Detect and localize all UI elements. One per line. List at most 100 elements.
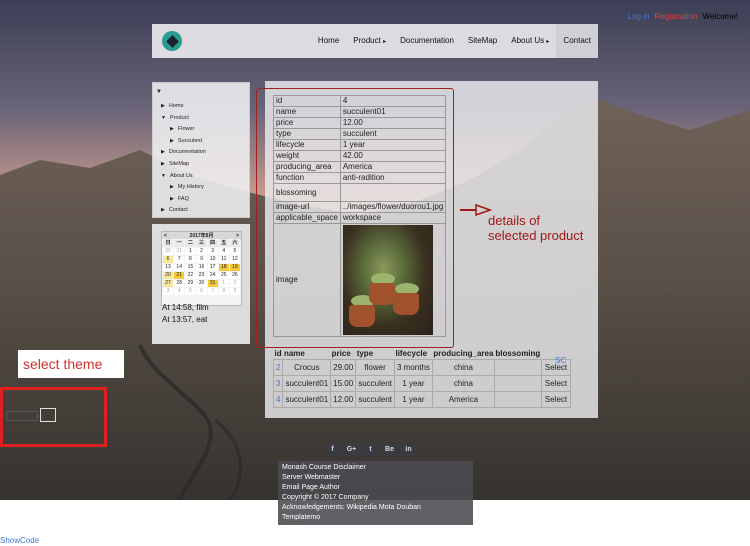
cell-type: succulent (355, 375, 395, 392)
cell-id[interactable]: 4 (272, 391, 284, 408)
calendar-day[interactable]: 7 (207, 288, 218, 295)
tree-item-sitemap[interactable]: ▶ SiteMap (161, 159, 206, 171)
calendar-day[interactable]: 4 (174, 288, 185, 295)
cell-price: 15.00 (330, 375, 357, 392)
column-header: lifecycle (395, 349, 428, 358)
top-account-links: Log in Registration Welcome! (628, 12, 738, 21)
nav-item-sitemap[interactable]: SiteMap (461, 24, 504, 58)
footer-link-webmaster[interactable]: Server Webmaster (282, 473, 469, 483)
product-results-table: id name price type lifecycle producing_a… (272, 348, 572, 408)
calendar-day[interactable]: 9 (196, 256, 207, 263)
tree-item-my-history[interactable]: ▶ My History (161, 182, 206, 194)
calendar-day[interactable]: 15 (185, 264, 196, 271)
calendar-day[interactable]: 24 (207, 272, 218, 279)
footer-templatemo[interactable]: Templatemo (282, 513, 469, 523)
nav-item-home[interactable]: Home (311, 24, 346, 58)
calendar-widget: < 2017年8月 > 日 一 二 三 四 五 六 30 31 1 2 3 4 … (161, 231, 242, 306)
cell-id[interactable]: 3 (272, 375, 284, 392)
calendar-day[interactable]: 6 (196, 288, 207, 295)
calendar-day[interactable]: 22 (185, 272, 196, 279)
calendar-day[interactable]: 17 (207, 264, 218, 271)
calendar-day[interactable]: 3 (163, 288, 174, 295)
calendar-day[interactable]: 5 (229, 248, 240, 255)
caret-right-icon: ▶ (161, 160, 165, 167)
login-link[interactable]: Log in (628, 12, 650, 21)
calendar-day[interactable]: 3 (207, 248, 218, 255)
calendar-day[interactable]: 5 (185, 288, 196, 295)
calendar-next-button[interactable]: > (236, 233, 239, 239)
calendar-day[interactable]: 27 (163, 280, 174, 287)
schedule-list: At 14:58, film At 13:57, eat (162, 302, 209, 326)
calendar-prev-button[interactable]: < (164, 233, 167, 239)
calendar-day[interactable]: 16 (196, 264, 207, 271)
cell-id[interactable]: 2 (272, 359, 284, 376)
schedule-item: At 13:57, eat (162, 315, 208, 324)
caret-right-icon: ▶ (161, 149, 165, 156)
google-plus-icon[interactable]: G+ (344, 443, 359, 456)
calendar-day[interactable]: 12 (229, 256, 240, 263)
calendar-day[interactable]: 21 (174, 272, 185, 279)
tree-item-flower[interactable]: ▶ Flower (161, 124, 206, 136)
calendar-day[interactable]: 29 (185, 280, 196, 287)
select-button[interactable]: Select (540, 375, 572, 392)
calendar-day[interactable]: 19 (229, 264, 240, 271)
nav-item-documentation[interactable]: Documentation (393, 24, 461, 58)
calendar-day[interactable]: 2 (229, 280, 240, 287)
tree-item-contact[interactable]: ▶ Contact (161, 205, 206, 217)
calendar-day[interactable]: 20 (163, 272, 174, 279)
calendar-day[interactable]: 30 (196, 280, 207, 287)
calendar-day[interactable]: 31 (207, 280, 218, 287)
linkedin-icon[interactable]: in (401, 443, 416, 456)
footer-link-disclaimer[interactable]: Monash Course Disclaimer (282, 463, 469, 473)
footer-link-email-author[interactable]: Email Page Author (282, 483, 469, 493)
twitter-icon[interactable]: t (363, 443, 378, 456)
site-logo[interactable] (162, 31, 182, 51)
calendar-day[interactable]: 8 (185, 256, 196, 263)
tree-item-succulent[interactable]: ▶ Succulent (161, 136, 206, 148)
calendar-day[interactable]: 14 (174, 264, 185, 271)
calendar-day[interactable]: 28 (174, 280, 185, 287)
calendar-day[interactable]: 11 (218, 256, 229, 263)
nav-item-contact[interactable]: Contact (556, 24, 598, 58)
calendar-day[interactable]: 25 (218, 272, 229, 279)
detail-annotation: details of selected product (488, 213, 583, 243)
nav-item-product[interactable]: Product ▸ (346, 24, 393, 58)
select-button[interactable]: Select (540, 391, 572, 408)
calendar-day[interactable]: 8 (218, 288, 229, 295)
side-link[interactable]: SC (555, 356, 566, 365)
detail-value: succulent01 (339, 106, 447, 118)
calendar-day[interactable]: 1 (185, 248, 196, 255)
calendar-day[interactable]: 26 (229, 272, 240, 279)
tree-item-home[interactable]: ▶ Home (161, 101, 206, 113)
tree-item-product[interactable]: ▼ Product (161, 113, 206, 125)
calendar-day[interactable]: 4 (218, 248, 229, 255)
calendar-day[interactable]: 7 (174, 256, 185, 263)
calendar-day[interactable]: 23 (196, 272, 207, 279)
detail-value: ../images/flower/duorou1.jpg (339, 201, 447, 213)
calendar-day[interactable]: 6 (163, 256, 174, 263)
theme-option-light[interactable] (40, 408, 56, 422)
footer-acknowledgements[interactable]: Acknowledgements: Wikipedia Mota Douban (282, 503, 469, 513)
calendar-day[interactable]: 1 (218, 280, 229, 287)
theme-option-dark[interactable] (6, 411, 38, 421)
social-icons: f G+ t Be in (325, 443, 416, 456)
nav-item-about-us[interactable]: About Us ▸ (504, 24, 556, 58)
register-link[interactable]: Registration (655, 12, 698, 21)
tree-item-documentation[interactable]: ▶ Documentation (161, 147, 206, 159)
behance-icon[interactable]: Be (382, 443, 397, 456)
detail-value: 42.00 (339, 150, 447, 162)
facebook-icon[interactable]: f (325, 443, 340, 456)
calendar-day[interactable]: 18 (218, 264, 229, 271)
tree-item-about-us[interactable]: ▼ About Us (161, 171, 206, 183)
calendar-day[interactable]: 30 (163, 248, 174, 255)
calendar-day[interactable]: 13 (163, 264, 174, 271)
calendar-day[interactable]: 10 (207, 256, 218, 263)
tree-item-faq[interactable]: ▶ FAQ (161, 194, 206, 206)
collapse-root-icon[interactable]: ▼ (156, 89, 162, 95)
caret-right-icon: ▶ (161, 207, 165, 214)
calendar-day[interactable]: 9 (229, 288, 240, 295)
show-code-link[interactable]: ShowCode (0, 536, 39, 545)
calendar-day[interactable]: 31 (174, 248, 185, 255)
calendar-day[interactable]: 2 (196, 248, 207, 255)
detail-key: id (273, 95, 341, 107)
